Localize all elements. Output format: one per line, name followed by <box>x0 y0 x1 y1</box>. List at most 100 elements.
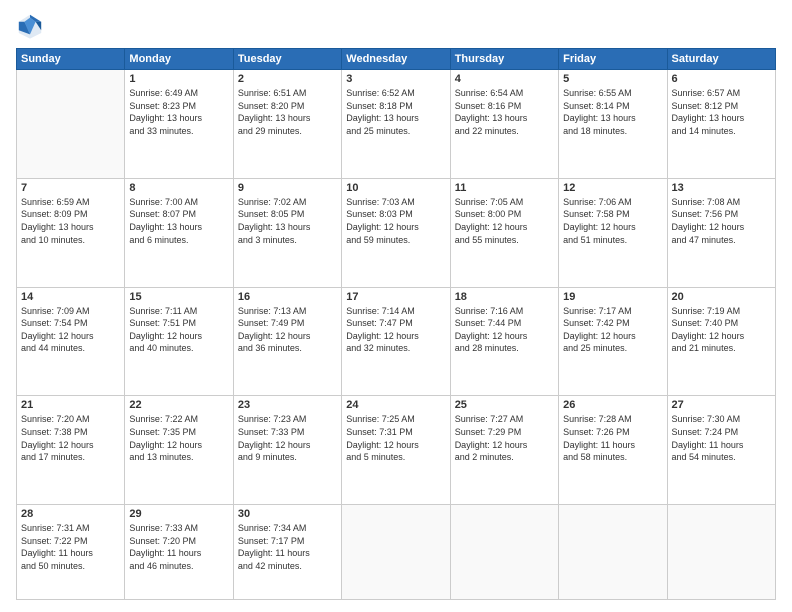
calendar-cell: 21 Sunrise: 7:20 AM Sunset: 7:38 PM Dayli… <box>17 396 125 505</box>
day-info: Sunrise: 7:02 AM Sunset: 8:05 PM Dayligh… <box>238 196 337 246</box>
day-number: 7 <box>21 182 120 194</box>
day-number: 16 <box>238 291 337 303</box>
day-info: Sunrise: 7:23 AM Sunset: 7:33 PM Dayligh… <box>238 413 337 463</box>
day-info: Sunrise: 7:22 AM Sunset: 7:35 PM Dayligh… <box>129 413 228 463</box>
calendar-cell <box>342 505 450 600</box>
day-info: Sunrise: 7:14 AM Sunset: 7:47 PM Dayligh… <box>346 305 445 355</box>
day-number: 19 <box>563 291 662 303</box>
day-info: Sunrise: 7:31 AM Sunset: 7:22 PM Dayligh… <box>21 522 120 572</box>
calendar-cell: 19 Sunrise: 7:17 AM Sunset: 7:42 PM Dayli… <box>559 287 667 396</box>
calendar-cell: 24 Sunrise: 7:25 AM Sunset: 7:31 PM Dayli… <box>342 396 450 505</box>
day-number: 29 <box>129 508 228 520</box>
calendar-cell: 9 Sunrise: 7:02 AM Sunset: 8:05 PM Daylig… <box>233 178 341 287</box>
weekday-header-saturday: Saturday <box>667 49 775 70</box>
calendar-cell: 22 Sunrise: 7:22 AM Sunset: 7:35 PM Dayli… <box>125 396 233 505</box>
day-number: 17 <box>346 291 445 303</box>
weekday-header-sunday: Sunday <box>17 49 125 70</box>
day-info: Sunrise: 7:00 AM Sunset: 8:07 PM Dayligh… <box>129 196 228 246</box>
calendar-cell: 12 Sunrise: 7:06 AM Sunset: 7:58 PM Dayli… <box>559 178 667 287</box>
day-info: Sunrise: 6:59 AM Sunset: 8:09 PM Dayligh… <box>21 196 120 246</box>
day-number: 23 <box>238 399 337 411</box>
calendar-cell: 11 Sunrise: 7:05 AM Sunset: 8:00 PM Dayli… <box>450 178 558 287</box>
calendar-cell: 30 Sunrise: 7:34 AM Sunset: 7:17 PM Dayli… <box>233 505 341 600</box>
weekday-header-monday: Monday <box>125 49 233 70</box>
calendar-table: SundayMondayTuesdayWednesdayThursdayFrid… <box>16 48 776 600</box>
calendar-cell: 20 Sunrise: 7:19 AM Sunset: 7:40 PM Dayli… <box>667 287 775 396</box>
calendar-cell <box>559 505 667 600</box>
day-info: Sunrise: 7:09 AM Sunset: 7:54 PM Dayligh… <box>21 305 120 355</box>
day-number: 12 <box>563 182 662 194</box>
day-info: Sunrise: 6:52 AM Sunset: 8:18 PM Dayligh… <box>346 87 445 137</box>
day-number: 11 <box>455 182 554 194</box>
day-info: Sunrise: 7:06 AM Sunset: 7:58 PM Dayligh… <box>563 196 662 246</box>
calendar-cell: 29 Sunrise: 7:33 AM Sunset: 7:20 PM Dayli… <box>125 505 233 600</box>
calendar-cell: 17 Sunrise: 7:14 AM Sunset: 7:47 PM Dayli… <box>342 287 450 396</box>
day-info: Sunrise: 7:13 AM Sunset: 7:49 PM Dayligh… <box>238 305 337 355</box>
page: SundayMondayTuesdayWednesdayThursdayFrid… <box>0 0 792 612</box>
day-info: Sunrise: 7:16 AM Sunset: 7:44 PM Dayligh… <box>455 305 554 355</box>
day-info: Sunrise: 7:19 AM Sunset: 7:40 PM Dayligh… <box>672 305 771 355</box>
calendar-cell: 15 Sunrise: 7:11 AM Sunset: 7:51 PM Dayli… <box>125 287 233 396</box>
day-info: Sunrise: 7:25 AM Sunset: 7:31 PM Dayligh… <box>346 413 445 463</box>
calendar-cell: 13 Sunrise: 7:08 AM Sunset: 7:56 PM Dayli… <box>667 178 775 287</box>
day-info: Sunrise: 7:03 AM Sunset: 8:03 PM Dayligh… <box>346 196 445 246</box>
calendar-cell: 27Sunrise: 7:30 AM Sunset: 7:24 PM Dayli… <box>667 396 775 505</box>
day-number: 28 <box>21 508 120 520</box>
header <box>16 12 776 40</box>
day-number: 21 <box>21 399 120 411</box>
logo-icon <box>16 12 44 40</box>
calendar-cell: 8 Sunrise: 7:00 AM Sunset: 8:07 PM Daylig… <box>125 178 233 287</box>
day-number: 22 <box>129 399 228 411</box>
weekday-header-wednesday: Wednesday <box>342 49 450 70</box>
day-info: Sunrise: 7:05 AM Sunset: 8:00 PM Dayligh… <box>455 196 554 246</box>
day-number: 6 <box>672 73 771 85</box>
calendar-cell: 16 Sunrise: 7:13 AM Sunset: 7:49 PM Dayli… <box>233 287 341 396</box>
day-info: Sunrise: 7:34 AM Sunset: 7:17 PM Dayligh… <box>238 522 337 572</box>
day-number: 26 <box>563 399 662 411</box>
calendar-cell: 23 Sunrise: 7:23 AM Sunset: 7:33 PM Dayli… <box>233 396 341 505</box>
calendar-cell <box>667 505 775 600</box>
calendar-cell: 18Sunrise: 7:16 AM Sunset: 7:44 PM Dayli… <box>450 287 558 396</box>
day-info: Sunrise: 7:08 AM Sunset: 7:56 PM Dayligh… <box>672 196 771 246</box>
day-number: 27 <box>672 399 771 411</box>
day-info: Sunrise: 6:55 AM Sunset: 8:14 PM Dayligh… <box>563 87 662 137</box>
day-info: Sunrise: 7:17 AM Sunset: 7:42 PM Dayligh… <box>563 305 662 355</box>
day-number: 3 <box>346 73 445 85</box>
day-number: 25 <box>455 399 554 411</box>
calendar-cell: 26 Sunrise: 7:28 AM Sunset: 7:26 PM Dayli… <box>559 396 667 505</box>
day-number: 2 <box>238 73 337 85</box>
day-number: 14 <box>21 291 120 303</box>
day-number: 1 <box>129 73 228 85</box>
day-number: 10 <box>346 182 445 194</box>
calendar-cell <box>450 505 558 600</box>
logo <box>16 12 48 40</box>
day-info: Sunrise: 6:54 AM Sunset: 8:16 PM Dayligh… <box>455 87 554 137</box>
day-info: Sunrise: 6:57 AM Sunset: 8:12 PM Dayligh… <box>672 87 771 137</box>
calendar-cell: 14 Sunrise: 7:09 AM Sunset: 7:54 PM Dayli… <box>17 287 125 396</box>
calendar-cell: 28 Sunrise: 7:31 AM Sunset: 7:22 PM Dayli… <box>17 505 125 600</box>
day-number: 4 <box>455 73 554 85</box>
day-number: 8 <box>129 182 228 194</box>
calendar-cell: 10 Sunrise: 7:03 AM Sunset: 8:03 PM Dayli… <box>342 178 450 287</box>
day-number: 20 <box>672 291 771 303</box>
day-number: 13 <box>672 182 771 194</box>
day-info: Sunrise: 6:49 AM Sunset: 8:23 PM Dayligh… <box>129 87 228 137</box>
calendar-cell: 2 Sunrise: 6:51 AM Sunset: 8:20 PM Daylig… <box>233 70 341 179</box>
weekday-header-friday: Friday <box>559 49 667 70</box>
day-info: Sunrise: 6:51 AM Sunset: 8:20 PM Dayligh… <box>238 87 337 137</box>
day-info: Sunrise: 7:28 AM Sunset: 7:26 PM Dayligh… <box>563 413 662 463</box>
weekday-header-thursday: Thursday <box>450 49 558 70</box>
calendar-cell: 5 Sunrise: 6:55 AM Sunset: 8:14 PM Daylig… <box>559 70 667 179</box>
day-number: 9 <box>238 182 337 194</box>
weekday-header-tuesday: Tuesday <box>233 49 341 70</box>
calendar-cell <box>17 70 125 179</box>
calendar-cell: 25Sunrise: 7:27 AM Sunset: 7:29 PM Dayli… <box>450 396 558 505</box>
day-number: 24 <box>346 399 445 411</box>
day-info: Sunrise: 7:33 AM Sunset: 7:20 PM Dayligh… <box>129 522 228 572</box>
day-info: Sunrise: 7:20 AM Sunset: 7:38 PM Dayligh… <box>21 413 120 463</box>
day-info: Sunrise: 7:11 AM Sunset: 7:51 PM Dayligh… <box>129 305 228 355</box>
day-number: 5 <box>563 73 662 85</box>
day-number: 30 <box>238 508 337 520</box>
day-number: 15 <box>129 291 228 303</box>
calendar-cell: 6 Sunrise: 6:57 AM Sunset: 8:12 PM Daylig… <box>667 70 775 179</box>
